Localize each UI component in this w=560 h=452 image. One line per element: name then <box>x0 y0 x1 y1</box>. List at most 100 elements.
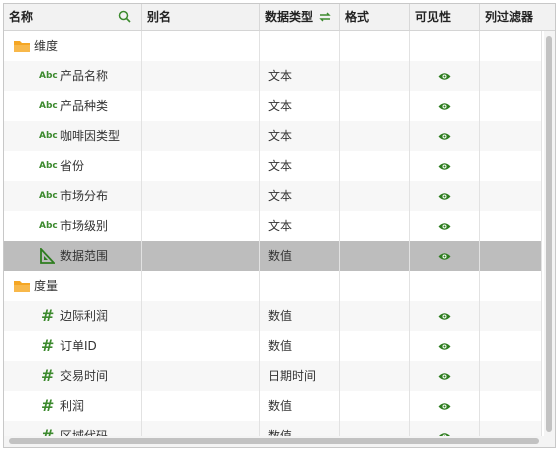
field-name-cell[interactable]: Abc 市场分布 <box>4 181 142 211</box>
alias-cell[interactable] <box>142 121 260 151</box>
format-cell[interactable] <box>340 151 410 181</box>
type-cell[interactable]: 文本 <box>260 151 340 181</box>
column-filter-cell[interactable] <box>480 181 542 211</box>
eye-icon[interactable] <box>438 222 451 231</box>
eye-icon[interactable] <box>438 342 451 351</box>
visibility-cell[interactable] <box>410 301 480 331</box>
format-cell[interactable] <box>340 361 410 391</box>
field-row[interactable]: Abc 市场级别 文本 <box>4 211 542 241</box>
column-filter-cell[interactable] <box>480 361 542 391</box>
column-header-name[interactable]: 名称 <box>4 4 142 30</box>
group-row[interactable]: 度量 <box>4 271 542 301</box>
alias-cell[interactable] <box>142 91 260 121</box>
search-icon[interactable] <box>118 10 131 23</box>
eye-icon[interactable] <box>438 402 451 411</box>
visibility-cell[interactable] <box>410 91 480 121</box>
visibility-cell[interactable] <box>410 211 480 241</box>
column-filter-cell[interactable] <box>480 271 542 301</box>
type-cell[interactable]: 文本 <box>260 91 340 121</box>
horizontal-scrollbar-thumb[interactable] <box>9 438 539 444</box>
type-cell[interactable]: 数值 <box>260 421 340 436</box>
column-filter-cell[interactable] <box>480 391 542 421</box>
eye-icon[interactable] <box>438 252 451 261</box>
alias-cell[interactable] <box>142 331 260 361</box>
field-row[interactable]: Abc 省份 文本 <box>4 151 542 181</box>
alias-cell[interactable] <box>142 421 260 436</box>
alias-cell[interactable] <box>142 301 260 331</box>
visibility-cell[interactable] <box>410 271 480 301</box>
visibility-cell[interactable] <box>410 151 480 181</box>
type-cell[interactable]: 文本 <box>260 121 340 151</box>
field-name-cell[interactable]: # 交易时间 <box>4 361 142 391</box>
field-row[interactable]: Abc 市场分布 文本 <box>4 181 542 211</box>
type-cell[interactable]: 文本 <box>260 211 340 241</box>
field-row[interactable]: Abc 咖啡因类型 文本 <box>4 121 542 151</box>
format-cell[interactable] <box>340 271 410 301</box>
field-row[interactable]: Abc 产品种类 文本 <box>4 91 542 121</box>
alias-cell[interactable] <box>142 241 260 271</box>
format-cell[interactable] <box>340 31 410 61</box>
visibility-cell[interactable] <box>410 391 480 421</box>
type-cell[interactable] <box>260 271 340 301</box>
field-name-cell[interactable]: Abc 咖啡因类型 <box>4 121 142 151</box>
format-cell[interactable] <box>340 211 410 241</box>
alias-cell[interactable] <box>142 61 260 91</box>
column-header-data-type[interactable]: 数据类型 <box>260 4 340 30</box>
group-name-cell[interactable]: 维度 <box>4 31 142 61</box>
eye-icon[interactable] <box>438 132 451 141</box>
swap-icon[interactable] <box>318 11 332 23</box>
format-cell[interactable] <box>340 181 410 211</box>
type-cell[interactable]: 文本 <box>260 61 340 91</box>
format-cell[interactable] <box>340 91 410 121</box>
visibility-cell[interactable] <box>410 331 480 361</box>
format-cell[interactable] <box>340 421 410 436</box>
visibility-cell[interactable] <box>410 361 480 391</box>
field-name-cell[interactable]: # 订单ID <box>4 331 142 361</box>
field-row[interactable]: 数据范围 数值 <box>4 241 542 271</box>
alias-cell[interactable] <box>142 271 260 301</box>
column-filter-cell[interactable] <box>480 301 542 331</box>
format-cell[interactable] <box>340 121 410 151</box>
type-cell[interactable]: 数值 <box>260 391 340 421</box>
format-cell[interactable] <box>340 241 410 271</box>
visibility-cell[interactable] <box>410 241 480 271</box>
type-cell[interactable]: 日期时间 <box>260 361 340 391</box>
eye-icon[interactable] <box>438 312 451 321</box>
field-row[interactable]: # 订单ID 数值 <box>4 331 542 361</box>
column-filter-cell[interactable] <box>480 151 542 181</box>
eye-icon[interactable] <box>438 372 451 381</box>
visibility-cell[interactable] <box>410 121 480 151</box>
visibility-cell[interactable] <box>410 181 480 211</box>
format-cell[interactable] <box>340 391 410 421</box>
format-cell[interactable] <box>340 331 410 361</box>
type-cell[interactable]: 数值 <box>260 331 340 361</box>
field-row[interactable]: # 边际利润 数值 <box>4 301 542 331</box>
eye-icon[interactable] <box>438 162 451 171</box>
column-filter-cell[interactable] <box>480 31 542 61</box>
column-filter-cell[interactable] <box>480 121 542 151</box>
type-cell[interactable]: 数值 <box>260 241 340 271</box>
field-name-cell[interactable]: Abc 省份 <box>4 151 142 181</box>
group-name-cell[interactable]: 度量 <box>4 271 142 301</box>
field-name-cell[interactable]: # 边际利润 <box>4 301 142 331</box>
column-header-column-filter[interactable]: 列过滤器 <box>480 4 555 30</box>
vertical-scrollbar-thumb[interactable] <box>546 36 552 432</box>
field-name-cell[interactable]: 数据范围 <box>4 241 142 271</box>
column-filter-cell[interactable] <box>480 241 542 271</box>
visibility-cell[interactable] <box>410 421 480 436</box>
format-cell[interactable] <box>340 301 410 331</box>
column-filter-cell[interactable] <box>480 331 542 361</box>
field-name-cell[interactable]: Abc 市场级别 <box>4 211 142 241</box>
field-row[interactable]: # 利润 数值 <box>4 391 542 421</box>
alias-cell[interactable] <box>142 151 260 181</box>
visibility-cell[interactable] <box>410 61 480 91</box>
field-name-cell[interactable]: Abc 产品名称 <box>4 61 142 91</box>
visibility-cell[interactable] <box>410 31 480 61</box>
type-cell[interactable]: 文本 <box>260 181 340 211</box>
field-row[interactable]: # 区域代码 数值 <box>4 421 542 436</box>
alias-cell[interactable] <box>142 181 260 211</box>
eye-icon[interactable] <box>438 102 451 111</box>
column-header-alias[interactable]: 别名 <box>142 4 260 30</box>
column-header-format[interactable]: 格式 <box>340 4 410 30</box>
alias-cell[interactable] <box>142 361 260 391</box>
